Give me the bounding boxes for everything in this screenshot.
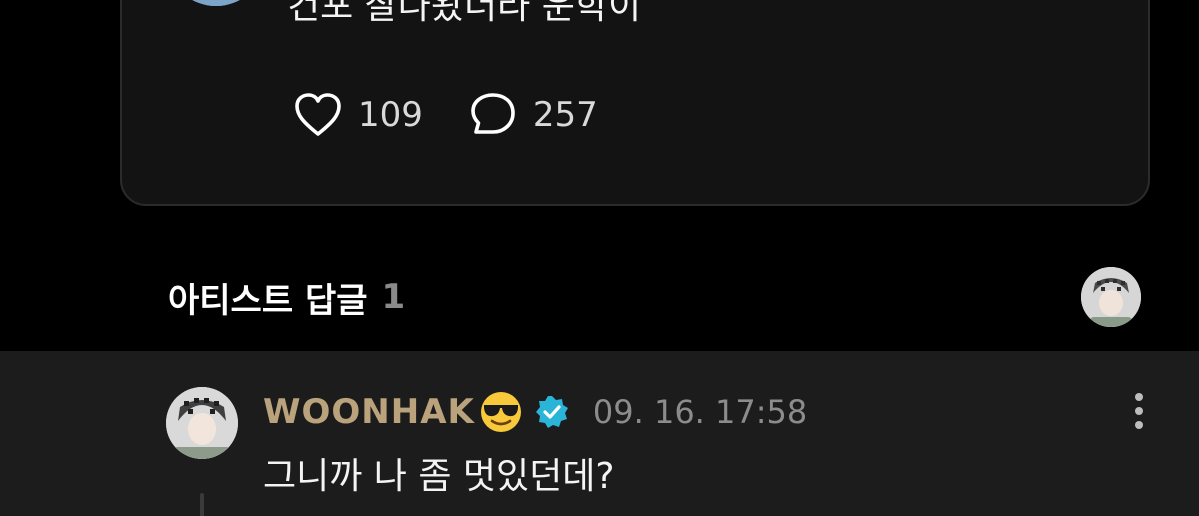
post-author-avatar[interactable]: [170, 0, 262, 6]
thread-line: [200, 493, 204, 516]
verified-badge-icon: [535, 395, 569, 429]
like-button[interactable]: 109: [292, 91, 423, 139]
post-card[interactable]: 컨포 잘나왔더라 운학이 109 257: [120, 0, 1150, 206]
page: 컨포 잘나왔더라 운학이 109 257 아티스트 답글 1 WOONHAK 0…: [0, 0, 1199, 516]
reply-meta: WOONHAK 09. 16. 17:58: [263, 389, 807, 435]
reply-text: 그니까 나 좀 멋있던데?: [263, 456, 615, 497]
like-count: 109: [358, 95, 423, 135]
artist-replies-title: 아티스트 답글: [168, 280, 368, 321]
more-options-button[interactable]: [1122, 391, 1156, 435]
reply-timestamp: 09. 16. 17:58: [592, 393, 808, 431]
artist-avatar[interactable]: [1081, 267, 1141, 327]
comment-button[interactable]: 257: [467, 91, 598, 139]
artist-reply[interactable]: WOONHAK 09. 16. 17:58 그니까 나 좀 멋있던데?: [0, 351, 1199, 516]
more-vertical-icon: [1133, 391, 1145, 435]
post-text: 컨포 잘나왔더라 운학이: [287, 0, 642, 27]
artist-replies-header: 아티스트 답글 1: [168, 274, 406, 321]
comment-count: 257: [532, 95, 598, 135]
sunglasses-face-icon: [479, 390, 523, 434]
reply-author-avatar[interactable]: [166, 387, 238, 459]
artist-replies-count: 1: [381, 277, 406, 317]
post-actions: 109 257: [292, 91, 642, 139]
chat-bubble-outline-icon: [467, 91, 519, 139]
heart-outline-icon: [292, 91, 344, 139]
reply-author-name[interactable]: WOONHAK: [263, 392, 475, 432]
